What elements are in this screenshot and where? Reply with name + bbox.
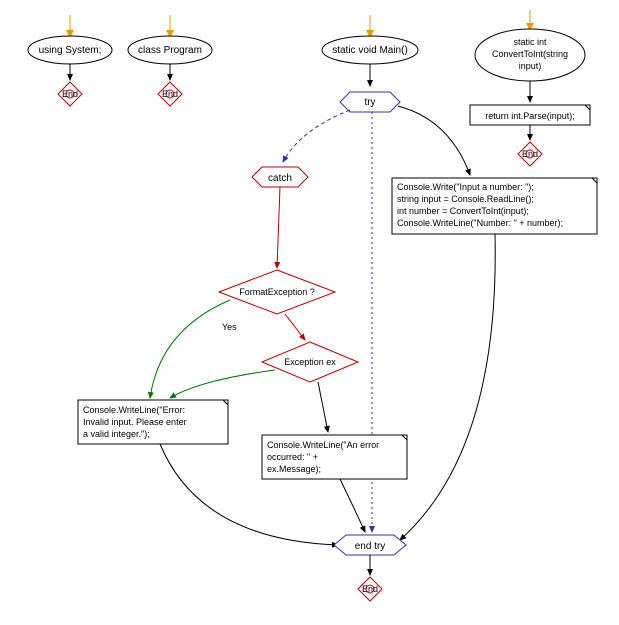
edge-q1-q2 bbox=[285, 314, 305, 340]
end-label: End bbox=[522, 149, 538, 159]
handler2-line: Console.WriteLine("An error bbox=[267, 440, 379, 450]
edge-q2-h2 bbox=[318, 382, 328, 432]
edge-q1-yes bbox=[150, 300, 230, 398]
label-try: try bbox=[364, 97, 375, 108]
label-yes: Yes bbox=[222, 322, 237, 332]
try-body-line: int number = ConvertToInt(input); bbox=[397, 206, 529, 216]
end-node: End bbox=[58, 82, 82, 106]
edge-h2-endtry bbox=[340, 479, 365, 532]
label-catch: catch bbox=[268, 173, 292, 184]
label-main-method: static void Main() bbox=[332, 45, 408, 56]
try-body-line: Console.WriteLine("Number: " + number); bbox=[397, 218, 563, 228]
end-node: End bbox=[518, 142, 542, 166]
convert-line: input) bbox=[519, 61, 542, 71]
flowchart-canvas: using System; End class Program End stat… bbox=[0, 0, 619, 625]
edge-catch-q1 bbox=[277, 187, 280, 268]
label-using-system: using System; bbox=[39, 45, 102, 56]
end-label: End bbox=[362, 584, 378, 594]
end-node: End bbox=[358, 577, 382, 601]
label-end-try: end try bbox=[355, 541, 386, 552]
handler1-line: Console.WriteLine("Error: bbox=[83, 405, 185, 415]
handler2-line: occurred: " + bbox=[267, 452, 318, 462]
handler1-line: Invalid input. Please enter bbox=[83, 417, 187, 427]
edge-q2-h1 bbox=[170, 370, 275, 398]
end-label: End bbox=[162, 89, 178, 99]
label-return: return int.Parse(input); bbox=[485, 111, 575, 121]
handler1-line: a valid integer."); bbox=[83, 429, 150, 439]
handler2-line: ex.Message); bbox=[267, 464, 321, 474]
label-decision2: Exception ex bbox=[284, 357, 336, 367]
convert-line: static int bbox=[513, 37, 547, 47]
end-node: End bbox=[158, 82, 182, 106]
edge-try-body bbox=[398, 106, 470, 175]
try-body-line: string input = Console.ReadLine(); bbox=[397, 194, 534, 204]
end-label: End bbox=[62, 89, 78, 99]
edge-try-catch bbox=[283, 110, 350, 162]
try-body-line: Console.Write("Input a number: "); bbox=[397, 182, 534, 192]
convert-line: ConvertToInt(string bbox=[492, 49, 568, 59]
label-class-program: class Program bbox=[138, 45, 202, 56]
edge-body-endtry bbox=[400, 234, 495, 540]
label-decision1: FormatException ? bbox=[239, 287, 315, 297]
